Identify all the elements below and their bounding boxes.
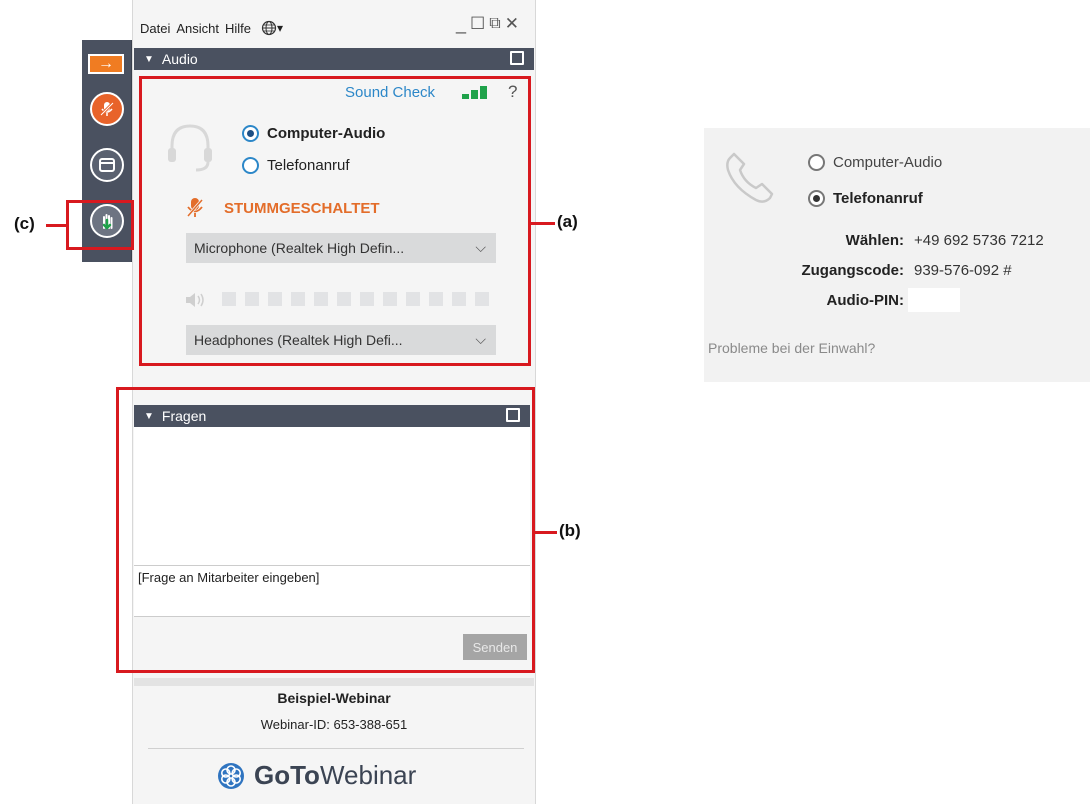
toolbar-mute-button[interactable] (90, 92, 124, 126)
annotation-label-b: (b) (559, 521, 581, 540)
audio-section-header[interactable]: ▼ Audio (134, 48, 534, 70)
collapse-arrow-button[interactable]: → (88, 54, 124, 74)
menu-bar: Datei Ansicht Hilfe ▾ (140, 20, 295, 36)
collapse-triangle-icon: ▼ (144, 53, 154, 65)
access-code-value: 939-576-092 # (914, 262, 1012, 279)
annotation-label-a: (a) (557, 212, 578, 231)
annotation-line-b (535, 531, 557, 534)
annotation-label-c: (c) (14, 214, 35, 233)
annotation-line-a (531, 222, 555, 225)
dialog-phone-radio[interactable] (808, 190, 825, 207)
logo-webinar: Webinar (319, 760, 417, 790)
phone-audio-dialog: Computer-Audio Telefonanruf Wählen: +49 … (704, 128, 1090, 382)
annotation-box-b (116, 387, 535, 673)
window-icon (99, 158, 115, 172)
close-button[interactable]: ✕ (505, 14, 519, 34)
dial-value: +49 692 5736 7212 (914, 232, 1044, 249)
popout-button[interactable]: ⧉ (489, 15, 500, 33)
popout-icon[interactable] (510, 51, 524, 65)
audio-pin-label: Audio-PIN: (826, 292, 904, 309)
audio-pin-value (908, 288, 960, 312)
audio-section-title: Audio (161, 51, 198, 67)
maximize-button[interactable]: ☐ (470, 14, 485, 34)
webinar-id: Webinar-ID: 653-388-651 (260, 717, 408, 732)
menu-datei[interactable]: Datei (140, 21, 170, 36)
dialog-phone-option[interactable]: Telefonanruf (808, 190, 923, 207)
annotation-line-c (46, 224, 66, 227)
arrow-right-icon: → (98, 55, 114, 72)
dialog-computer-audio-label: Computer-Audio (833, 154, 943, 171)
minimize-button[interactable]: _ (456, 15, 466, 33)
microphone-muted-icon (99, 101, 115, 117)
globe-icon (261, 20, 277, 36)
annotation-box-c (66, 200, 134, 250)
logo-goto: GoTo (254, 760, 320, 790)
phone-handset-icon (726, 152, 774, 203)
menu-ansicht[interactable]: Ansicht (176, 21, 219, 36)
language-menu[interactable]: ▾ (257, 20, 289, 36)
dial-label: Wählen: (845, 232, 904, 249)
dialog-phone-label: Telefonanruf (833, 190, 923, 207)
dial-problems-link[interactable]: Probleme bei der Einwahl? (708, 340, 875, 356)
toolbar-screen-button[interactable] (90, 148, 124, 182)
webinar-name: Beispiel-Webinar (277, 690, 391, 706)
dialog-computer-audio-option[interactable]: Computer-Audio (808, 154, 942, 171)
footer-separator (148, 748, 524, 749)
annotation-box-a (139, 76, 531, 366)
gotowebinar-flower-icon (218, 762, 244, 789)
gotowebinar-logo: GoTo Webinar (216, 760, 416, 791)
dialog-computer-audio-radio[interactable] (808, 154, 825, 171)
access-code-label: Zugangscode: (801, 262, 904, 279)
window-controls: _ ☐ ⧉ ✕ (456, 14, 519, 34)
footer-divider (134, 678, 534, 686)
chevron-down-icon: ▾ (277, 21, 284, 35)
menu-hilfe[interactable]: Hilfe (225, 21, 251, 36)
